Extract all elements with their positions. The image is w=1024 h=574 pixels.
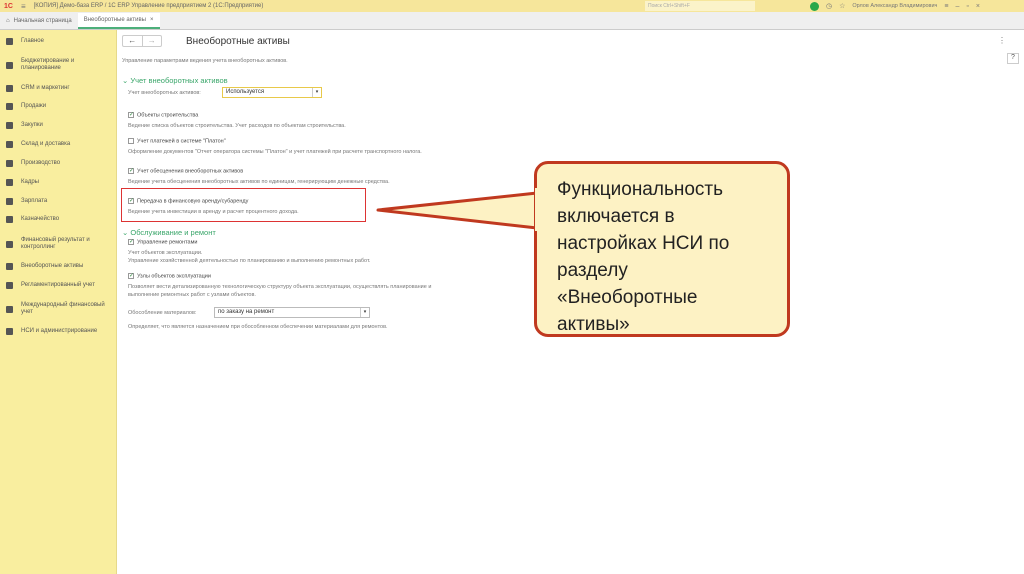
callout-arrow <box>376 191 539 230</box>
callout-note: Функциональность включается в настройках… <box>534 161 790 337</box>
callout-text: Функциональность включается в настройках… <box>557 179 730 335</box>
